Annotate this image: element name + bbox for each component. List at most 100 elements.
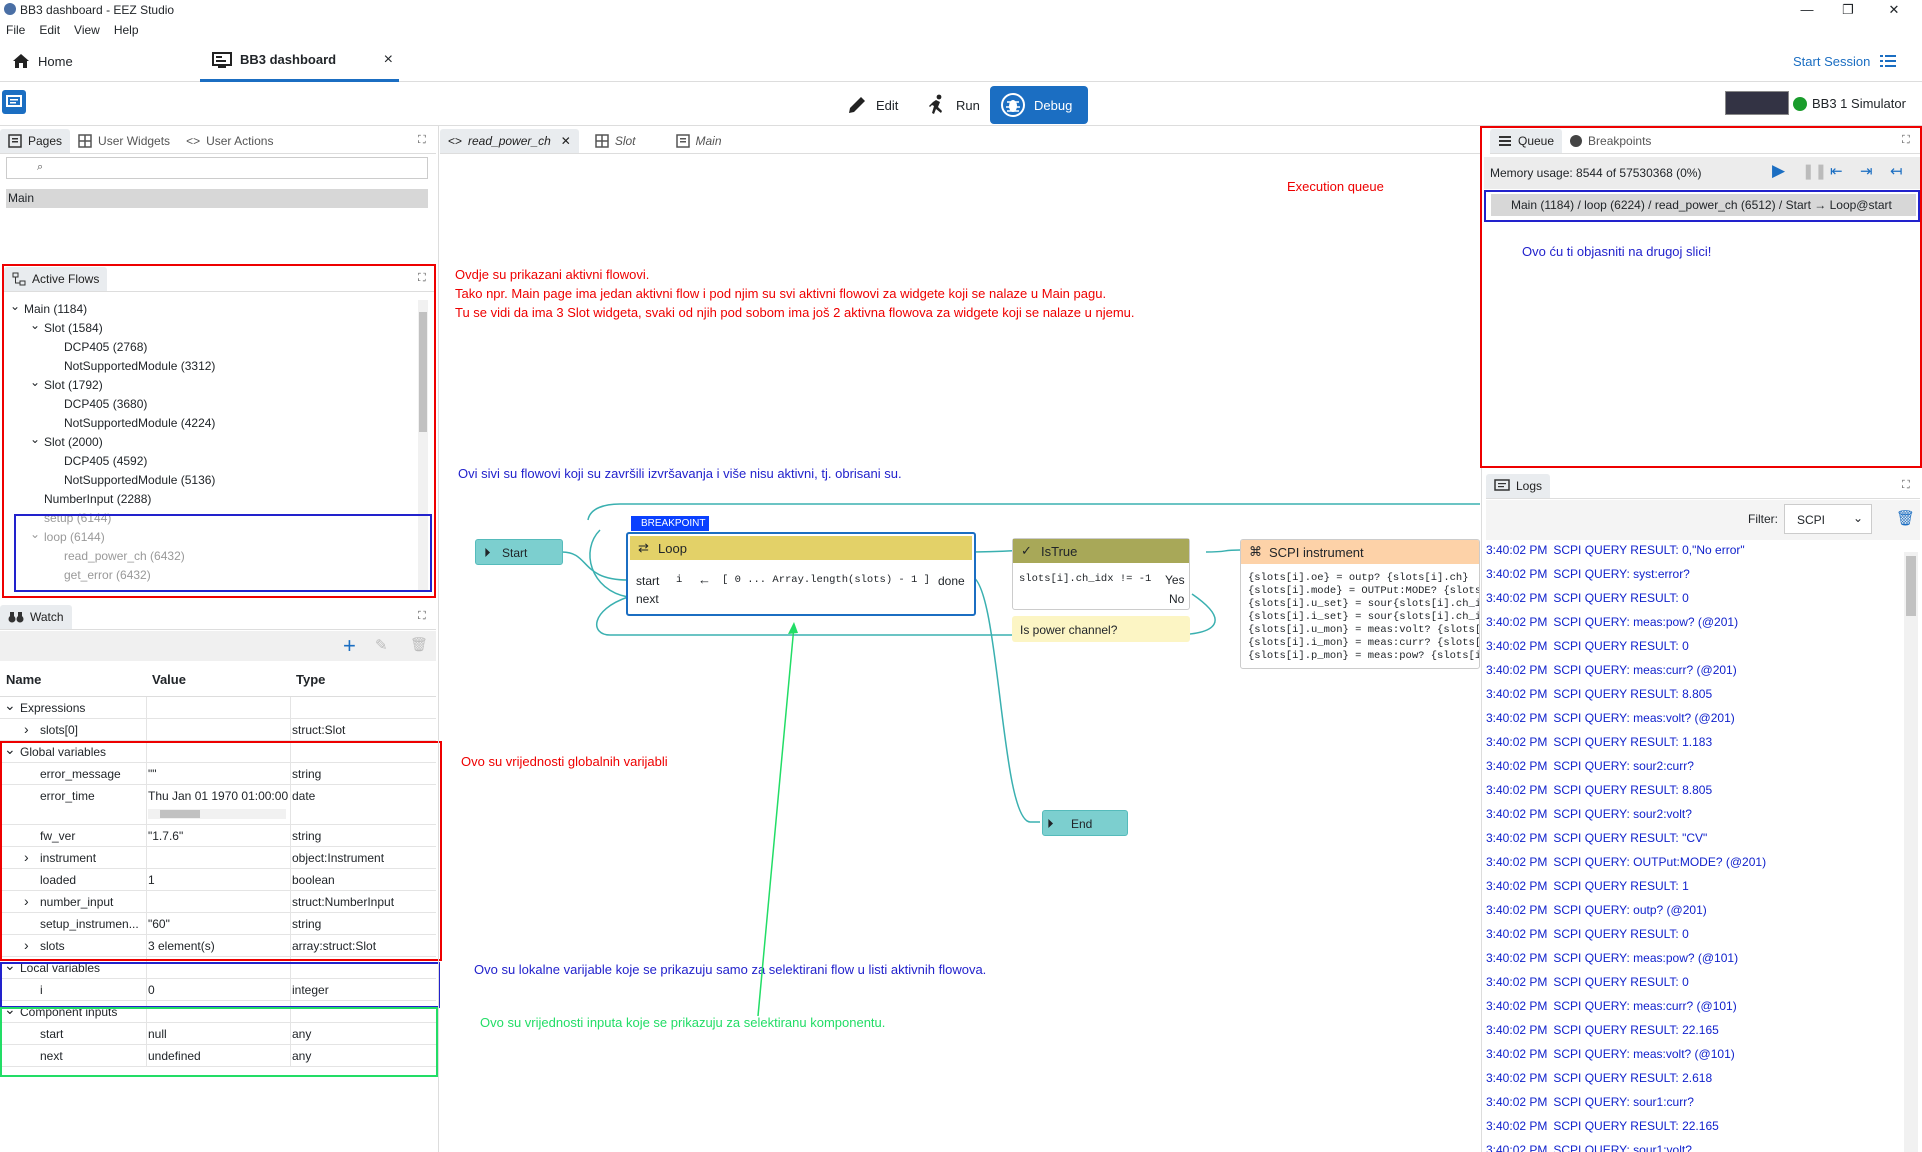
- close-tab-button[interactable]: ×: [384, 51, 393, 69]
- maximize-panel-icon[interactable]: ⛶: [418, 272, 426, 285]
- loop-start-port[interactable]: start: [636, 574, 659, 588]
- log-entry[interactable]: 3:40:02 PM SCPI QUERY RESULT: 8.805: [1486, 682, 1904, 706]
- scpi-node[interactable]: ⌘ SCPI instrument {slots[i].oe} = outp? …: [1240, 539, 1480, 669]
- log-entry[interactable]: 3:40:02 PM SCPI QUERY RESULT: 8.805: [1486, 778, 1904, 802]
- log-entry[interactable]: 3:40:02 PM SCPI QUERY RESULT: 0: [1486, 970, 1904, 994]
- log-entry[interactable]: 3:40:02 PM SCPI QUERY: meas:pow? (@201): [1486, 610, 1904, 634]
- edit-mode-button[interactable]: Edit: [836, 86, 908, 124]
- istrue-no-port[interactable]: No: [1169, 592, 1184, 606]
- debug-mode-button[interactable]: Debug: [990, 86, 1088, 124]
- loop-node[interactable]: ⇄ Loop start next i ← [ 0 ... Array.leng…: [626, 532, 976, 616]
- end-node[interactable]: ⏵ End: [1042, 810, 1128, 836]
- flow-tree-item[interactable]: NotSupportedModule (4224): [10, 414, 414, 433]
- flow-tree-item[interactable]: ⌄ Slot (1584): [10, 316, 414, 338]
- log-entry[interactable]: 3:40:02 PM SCPI QUERY: meas:volt? (@101): [1486, 1042, 1904, 1066]
- log-entry[interactable]: 3:40:02 PM SCPI QUERY RESULT: "CV": [1486, 826, 1904, 850]
- instrument-name[interactable]: BB3 1 Simulator: [1812, 96, 1906, 111]
- log-entry[interactable]: 3:40:02 PM SCPI QUERY: meas:curr? (@101): [1486, 994, 1904, 1018]
- log-entry[interactable]: 3:40:02 PM SCPI QUERY RESULT: 0: [1486, 922, 1904, 946]
- flow-tree-item[interactable]: DCP405 (2768): [10, 338, 414, 357]
- chevron-down-icon[interactable]: ⌄: [30, 316, 44, 335]
- edit-watch-button[interactable]: ✎: [375, 636, 388, 654]
- loop-done-port[interactable]: done: [938, 574, 965, 588]
- tab-home[interactable]: Home: [12, 40, 192, 82]
- logs-scrollbar[interactable]: [1904, 552, 1918, 1152]
- tab-pages[interactable]: Pages: [0, 128, 71, 153]
- add-watch-button[interactable]: +: [343, 633, 356, 659]
- tab-read-power-ch[interactable]: <> read_power_ch ✕: [440, 128, 579, 153]
- log-entry[interactable]: 3:40:02 PM SCPI QUERY: sour2:volt?: [1486, 802, 1904, 826]
- flow-tree-item[interactable]: ⌄ Slot (2000): [10, 430, 414, 452]
- istrue-node[interactable]: ✓ IsTrue slots[i].ch_idx != -1 Yes No: [1012, 538, 1190, 610]
- col-type[interactable]: Type: [296, 672, 325, 687]
- log-entry[interactable]: 3:40:02 PM SCPI QUERY: meas:pow? (@101): [1486, 946, 1904, 970]
- chevron-right-icon[interactable]: ›: [24, 721, 29, 737]
- step-over-button[interactable]: ⇤: [1830, 162, 1843, 180]
- run-mode-button[interactable]: Run: [916, 86, 990, 124]
- flows-scroll-thumb[interactable]: [419, 312, 427, 432]
- log-entry[interactable]: 3:40:02 PM SCPI QUERY RESULT: 1.183: [1486, 730, 1904, 754]
- tab-queue[interactable]: Queue: [1490, 128, 1563, 153]
- istrue-yes-port[interactable]: Yes: [1165, 573, 1185, 587]
- close-tab-icon[interactable]: ✕: [561, 134, 571, 148]
- log-entry[interactable]: 3:40:02 PM SCPI QUERY: syst:error?: [1486, 562, 1904, 586]
- chevron-down-icon[interactable]: ⌄: [30, 430, 44, 449]
- flow-tree-item[interactable]: ⌄ Main (1184): [10, 300, 414, 319]
- tab-bb3-dashboard[interactable]: BB3 dashboard ×: [200, 40, 399, 82]
- loop-next-port[interactable]: next: [636, 592, 659, 606]
- step-into-button[interactable]: ⇥: [1860, 162, 1873, 180]
- log-entry[interactable]: 3:40:02 PM SCPI QUERY: sour1:curr?: [1486, 1090, 1904, 1114]
- maximize-panel-icon[interactable]: ⛶: [418, 610, 426, 623]
- delete-watch-button[interactable]: 🗑: [410, 636, 428, 653]
- log-entry[interactable]: 3:40:02 PM SCPI QUERY: meas:curr? (@201): [1486, 658, 1904, 682]
- chevron-down-icon[interactable]: ⌄: [10, 300, 24, 316]
- log-entry[interactable]: 3:40:02 PM SCPI QUERY: sour2:curr?: [1486, 754, 1904, 778]
- tab-slot[interactable]: Slot: [587, 129, 644, 153]
- queue-item[interactable]: Main (1184) / loop (6224) / read_power_c…: [1491, 194, 1916, 216]
- menu-file[interactable]: File: [6, 23, 25, 37]
- flow-tree-item[interactable]: ⌄ Slot (1792): [10, 373, 414, 395]
- start-node[interactable]: ⏵ Start: [475, 539, 563, 565]
- tab-breakpoints[interactable]: Breakpoints: [1562, 129, 1659, 153]
- sidebar-toggle-button[interactable]: [2, 90, 26, 114]
- maximize-button[interactable]: ❐: [1828, 0, 1868, 20]
- log-entry[interactable]: 3:40:02 PM SCPI QUERY: OUTPut:MODE? (@201…: [1486, 850, 1904, 874]
- col-name[interactable]: Name: [6, 672, 41, 687]
- logs-scroll-thumb[interactable]: [1906, 556, 1916, 616]
- flow-tree-item[interactable]: NumberInput (2288): [10, 490, 414, 509]
- flow-tree-item[interactable]: DCP405 (4592): [10, 452, 414, 471]
- clear-logs-button[interactable]: 🗑: [1896, 509, 1915, 527]
- resume-button[interactable]: ▶: [1772, 161, 1785, 181]
- tab-logs[interactable]: Logs: [1486, 473, 1551, 498]
- log-entry[interactable]: 3:40:02 PM SCPI QUERY RESULT: 0: [1486, 586, 1904, 610]
- log-entry[interactable]: 3:40:02 PM SCPI QUERY RESULT: 22.165: [1486, 1018, 1904, 1042]
- watch-row[interactable]: › slots[0] struct:Slot: [0, 719, 436, 741]
- tab-main[interactable]: Main: [668, 129, 730, 153]
- tab-user-widgets[interactable]: User Widgets: [70, 129, 178, 153]
- log-entry[interactable]: 3:40:02 PM SCPI QUERY RESULT: 0: [1486, 634, 1904, 658]
- filter-select[interactable]: SCPI ⌄: [1784, 504, 1872, 534]
- maximize-panel-icon[interactable]: ⛶: [1902, 134, 1910, 147]
- log-entry[interactable]: 3:40:02 PM SCPI QUERY: meas:volt? (@201): [1486, 706, 1904, 730]
- menu-edit[interactable]: Edit: [39, 23, 60, 37]
- minimize-button[interactable]: —: [1787, 0, 1827, 20]
- log-entry[interactable]: 3:40:02 PM SCPI QUERY RESULT: 2.618: [1486, 1066, 1904, 1090]
- log-entry[interactable]: 3:40:02 PM SCPI QUERY RESULT: 0,"No error…: [1486, 538, 1904, 562]
- log-entry[interactable]: 3:40:02 PM SCPI QUERY: sour1:volt?: [1486, 1138, 1904, 1152]
- col-value[interactable]: Value: [152, 672, 186, 687]
- pages-search-input[interactable]: ⌕: [6, 157, 428, 179]
- maximize-panel-icon[interactable]: ⛶: [1902, 479, 1910, 492]
- maximize-panel-icon[interactable]: ⛶: [418, 134, 426, 147]
- tab-watch[interactable]: Watch: [0, 604, 72, 629]
- log-entry[interactable]: 3:40:02 PM SCPI QUERY: outp? (@201): [1486, 898, 1904, 922]
- flow-tree-item[interactable]: NotSupportedModule (5136): [10, 471, 414, 490]
- flow-tree-item[interactable]: NotSupportedModule (3312): [10, 357, 414, 376]
- tab-active-flows[interactable]: Active Flows: [4, 266, 108, 291]
- chevron-down-icon[interactable]: ⌄: [4, 697, 16, 714]
- step-out-button[interactable]: ↤: [1890, 162, 1903, 180]
- menu-help[interactable]: Help: [114, 23, 139, 37]
- flow-tree-item[interactable]: DCP405 (3680): [10, 395, 414, 414]
- chevron-down-icon[interactable]: ⌄: [30, 373, 44, 392]
- menu-view[interactable]: View: [74, 23, 100, 37]
- log-entry[interactable]: 3:40:02 PM SCPI QUERY RESULT: 22.165: [1486, 1114, 1904, 1138]
